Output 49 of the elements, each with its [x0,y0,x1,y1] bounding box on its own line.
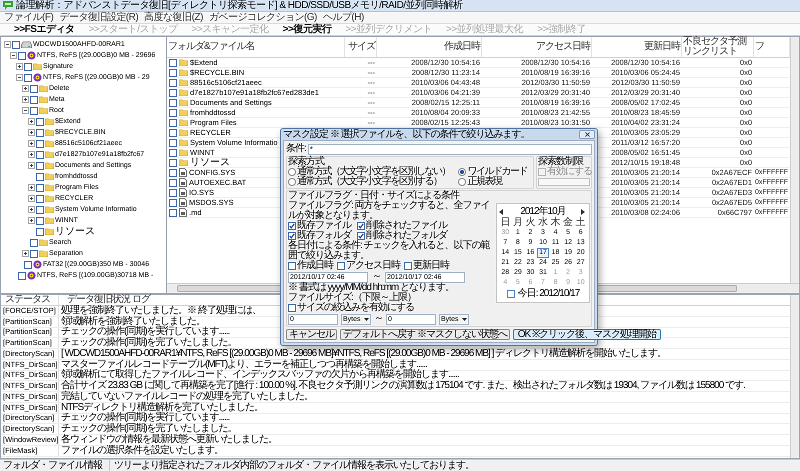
checkbox-label: 削除されたフォルダ [366,231,447,241]
format-note: ※ 書式は yyyy/MM/dd hh:mm となります。 [288,283,456,293]
log-message: 領域解析にて取得したファイルレコード、インデックスバッファの欠片から再構築を開始します...... [61,370,459,380]
checkbox-label: 削除されたファイル [366,221,447,231]
log-message: NTFSディレクトリ構造解析を完了いたしました。 [61,402,264,413]
range-separator: ～ [374,314,383,324]
checkbox-label: サイズの絞込みを有効にする [297,303,414,313]
weekday-label: 火 [524,217,536,228]
group-title: ファイルフラグ・日付・サイズによる条件 [288,191,460,201]
log-message: チェックの操作(同期)を完了いたしました。 [61,338,237,348]
checkbox-label: 作成日時 [297,261,333,271]
log-message: 完結していないファイルレコードの処理を完了いたしました。 [61,392,313,402]
checkbox-label: 既存フォルダ [297,231,351,241]
log-message: チェックの操作(同期)を実行しています...... [61,327,230,338]
group-title: 探索方式 [288,157,324,167]
weekday-label: 日 [499,217,512,228]
checkbox-label: 既存ファイル [297,221,351,231]
log-message: チェックの操作(同期)を完了いたしました。 [61,424,237,434]
log-message: [ WDCWD1500AHFD-00RAR1¥NTFS, ReFS [(29.00GB)0 MB - 29696 MB]¥NTFS, ReFS [(29.00GB)0 MB - 29696 MB] ] ディレクトリ構造解析を開始いたします。 [61,348,666,359]
size-label: ファイルサイズ:（下限～上限） [288,293,416,303]
flag-note: ファイルフラグ: 両方をチェックすると、全ファイルが対象となります。 [288,201,491,221]
radio-label: 通常方式（大文字小文字を区別する） [297,177,442,187]
log-message: 合計サイズ 23.83 GB に関して再構築を完了[進行 : 100.00 %]. 不良セクタ予測リンクの演算数は 175104 です. また、検出されたフォルダ数は 19304, ファイル数は 155800 です. [61,381,745,392]
weekday-label: 金 [562,217,574,228]
group-title: 探索数制限 [538,157,584,167]
date-note: 各日付による条件: チェックを入れると、以下の範囲で絞り込みます。 [288,241,491,261]
status-label: フォルダ・ファイル情報 [3,460,102,471]
log-message: チェックの操作(同期)を実行しています...... [61,413,230,424]
log-message: マスターファイルレコードテーブル(MFT)より、エラーを補正しつつ再構築を開始します...... [61,360,427,370]
window-title: 論理解析：アドバンストデータ復旧[ディレクトリ探索モード] & HDD/SSD/USBメモリ/RAID/並列同時解析 [16,0,463,11]
checkbox-label: 有効にする [547,167,592,177]
weekday-label: 木 [550,217,562,228]
radio-label: ワイルドカード [467,167,527,177]
log-message: 領域解析を強制終了いたしました。 [61,316,205,327]
calendar-month: 2012年10月 [520,206,566,216]
dialog-title: マスク設定 ※ 選択ファイルを、以下の条件で絞り込みます。 [283,130,530,140]
log-message: 処理を強制終了いたしました。※ 終了処理には、 [61,306,261,316]
checkbox-label: 更新日時 [413,261,449,271]
radio-label: 通常方式（大文字小文字を区別しない） [297,167,450,177]
log-message: ファイルの選択条件を設定いたします。 [61,446,223,456]
range-separator: ～ [372,272,381,282]
condition-label: 条件: [286,144,306,154]
radio-label: 正規表現 [467,177,502,187]
weekday-label: 月 [512,217,524,228]
checkbox-label: アクセス日時 [346,261,400,271]
weekday-label: 土 [574,217,587,228]
log-message: 各ウィンドウの情報を最新状態へ更新いたしました。 [61,434,277,445]
status-text: ツリーより指定されたフォルダ内部のフォルダ・ファイル情報を表示いたしております。 [114,460,474,471]
weekday-label: 水 [536,217,549,228]
